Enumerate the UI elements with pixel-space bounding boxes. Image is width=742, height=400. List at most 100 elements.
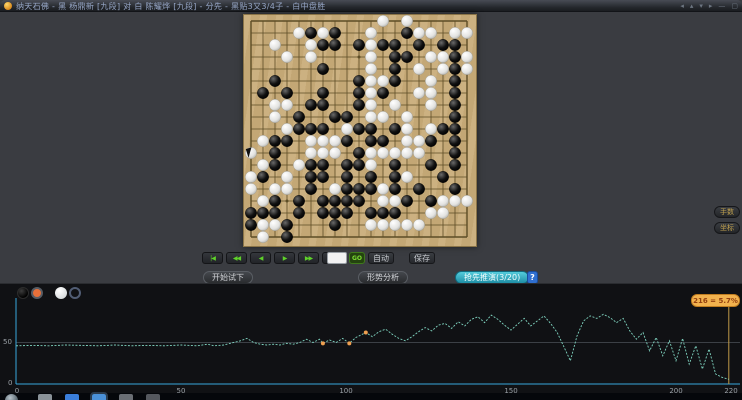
go-stone-white [425, 123, 437, 135]
minimize-icon[interactable]: — [718, 1, 725, 11]
go-stone-white [281, 183, 293, 195]
go-stone-white [413, 27, 425, 39]
go-stone-white [461, 195, 473, 207]
go-stone-black [449, 147, 461, 159]
go-stone-black [245, 207, 257, 219]
go-stone-white [425, 207, 437, 219]
forward-10-button[interactable]: ▶▶ [298, 252, 319, 264]
current-move-tooltip: 216 = 5.7% [691, 294, 740, 307]
go-stone-white [329, 183, 341, 195]
go-stone-black [425, 135, 437, 147]
go-stone-white [317, 27, 329, 39]
go-stone-black [269, 207, 281, 219]
go-stone-black [377, 135, 389, 147]
go-stone-black [437, 171, 449, 183]
taskbar-icon-circle[interactable] [38, 394, 52, 400]
go-stone-black [281, 135, 293, 147]
go-stone-white [365, 63, 377, 75]
window-controls: ◂ ▴ ▾ ▸ — ▢ [680, 1, 738, 11]
winrate-chart[interactable] [0, 284, 742, 394]
go-stone-black [269, 135, 281, 147]
go-stone-black [389, 75, 401, 87]
go-stone-white [269, 219, 281, 231]
coordinates-toggle[interactable]: 坐标 [714, 222, 740, 234]
go-stone-black [317, 39, 329, 51]
go-stone-black [329, 219, 341, 231]
go-stone-white [269, 183, 281, 195]
go-button[interactable]: GO [349, 252, 365, 264]
go-stone-white [293, 27, 305, 39]
go-stone-white [365, 159, 377, 171]
go-stone-white [425, 51, 437, 63]
go-stone-black [389, 171, 401, 183]
taskbar-icon-app1[interactable] [119, 394, 133, 400]
start-button[interactable] [5, 394, 18, 400]
go-stone-white [401, 135, 413, 147]
go-stone-black [389, 51, 401, 63]
go-stone-white [389, 195, 401, 207]
go-stone-black [341, 111, 353, 123]
go-stone-black [437, 123, 449, 135]
forward-button[interactable]: ▶ [274, 252, 295, 264]
taskbar-icon-browser[interactable] [65, 394, 79, 400]
go-board[interactable] [243, 14, 477, 247]
window-title: 纳天石佛 - 黑 杨鼎新 [九段] 对 白 陈耀烨 [九段] - 分先 - 黑贴… [16, 2, 326, 11]
first-move-button[interactable]: |◀ [202, 252, 223, 264]
go-stone-black [317, 195, 329, 207]
go-stone-black [269, 159, 281, 171]
go-stone-white [293, 159, 305, 171]
back-button[interactable]: ◀ [250, 252, 271, 264]
nav-right-icon[interactable]: ▸ [709, 1, 713, 11]
go-stone-black [293, 123, 305, 135]
go-stone-black [329, 39, 341, 51]
go-stone-white [269, 111, 281, 123]
go-stone-black [329, 207, 341, 219]
auto-play-button[interactable]: 自动 [368, 252, 394, 264]
go-stone-black [341, 195, 353, 207]
go-stone-white [377, 111, 389, 123]
go-stone-black [449, 51, 461, 63]
taskbar-icon-active-window[interactable] [90, 392, 108, 400]
go-stone-black [377, 87, 389, 99]
move-number-input[interactable] [327, 252, 347, 264]
go-stone-black [401, 51, 413, 63]
nav-down-icon[interactable]: ▾ [699, 1, 703, 11]
go-stone-black [293, 111, 305, 123]
go-stone-white [401, 15, 413, 27]
go-stone-black [353, 195, 365, 207]
taskbar-icon-app2[interactable] [146, 394, 160, 400]
move-numbers-toggle[interactable]: 手数 [714, 206, 740, 218]
winrate-graph-panel[interactable]: 50 0 0 50 100 150 200 220 216 = 5.7% [0, 283, 742, 395]
go-stone-black [269, 195, 281, 207]
go-stone-black [449, 63, 461, 75]
go-stone-white [365, 87, 377, 99]
go-stone-white [305, 135, 317, 147]
winrate-line [15, 313, 729, 380]
go-stone-black [293, 207, 305, 219]
back-10-button[interactable]: ◀◀ [226, 252, 247, 264]
go-stone-white [365, 219, 377, 231]
go-stone-black [329, 111, 341, 123]
save-button[interactable]: 保存 [409, 252, 435, 264]
go-stone-black [317, 159, 329, 171]
go-stone-black [353, 123, 365, 135]
maximize-icon[interactable]: ▢ [731, 1, 738, 11]
taskbar[interactable] [0, 392, 742, 400]
go-stone-white [257, 135, 269, 147]
go-stone-white [281, 123, 293, 135]
go-stone-black [257, 87, 269, 99]
go-stone-white [377, 15, 389, 27]
go-stone-white [329, 147, 341, 159]
go-stone-black [305, 171, 317, 183]
go-stone-white [281, 51, 293, 63]
go-stone-white [305, 51, 317, 63]
go-stone-black [317, 207, 329, 219]
nav-left-icon[interactable]: ◂ [680, 1, 684, 11]
title-bar[interactable]: 纳天石佛 - 黑 杨鼎新 [九段] 对 白 陈耀烨 [九段] - 分先 - 黑贴… [0, 0, 742, 12]
go-stone-white [377, 219, 389, 231]
y-axis-label-50: 50 [3, 338, 12, 346]
go-stone-black [305, 99, 317, 111]
go-stone-black [401, 195, 413, 207]
go-stone-black [449, 87, 461, 99]
nav-up-icon[interactable]: ▴ [690, 1, 694, 11]
